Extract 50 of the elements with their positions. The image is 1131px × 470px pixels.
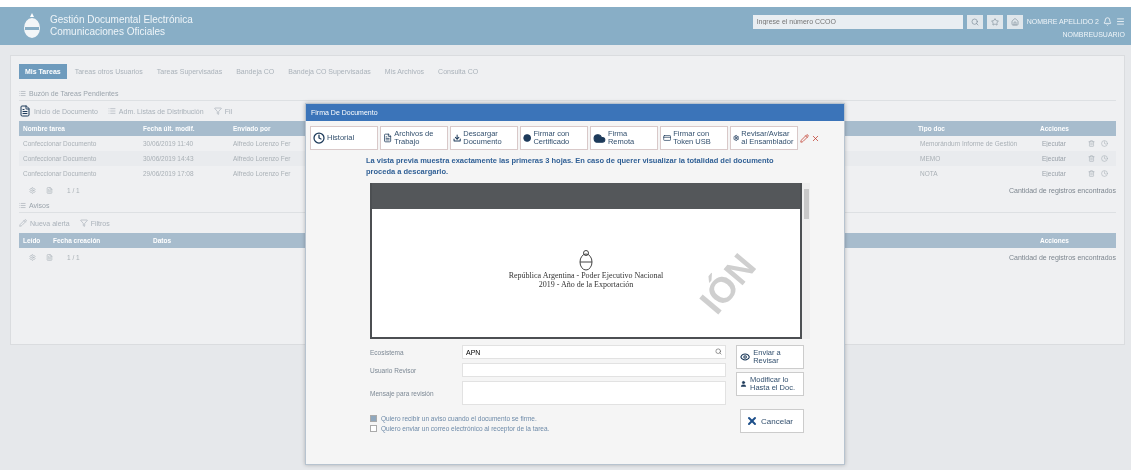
scrollbar[interactable] [802,183,810,339]
star-button[interactable] [986,14,1003,29]
list-icon [107,107,116,115]
menu-icon[interactable] [1116,17,1125,26]
search-icon[interactable] [715,348,722,355]
file-icon [19,105,31,117]
close-icon [746,415,758,427]
gear-icon [733,132,740,144]
bell-icon[interactable] [1103,17,1112,26]
shield-logo-icon [22,12,42,40]
download-icon [453,132,462,144]
clock-icon[interactable] [1101,170,1108,177]
document-text: 2019 - Año de la Exportación [538,280,634,289]
circle-icon [523,132,532,144]
trash-icon[interactable] [1088,155,1095,162]
file-icon[interactable] [46,253,53,261]
filter-icon [213,107,222,115]
cloud-icon [593,131,606,145]
filter-icon [79,219,88,227]
star-icon [990,17,999,26]
list-icon [19,202,26,209]
settings-icon[interactable] [29,186,36,194]
home-button[interactable] [1006,14,1023,29]
trash-icon[interactable] [1088,170,1095,177]
search-icon [970,17,979,26]
close-icon[interactable] [811,133,820,143]
list-icon [19,90,26,97]
pencil-icon [19,219,27,227]
document-text: República Argentina - Poder Ejecutivo Nacional [508,271,664,280]
search-button[interactable] [966,14,983,29]
user-icon [740,378,747,390]
file-icon[interactable] [46,186,53,194]
home-icon [1010,17,1019,26]
clock-icon[interactable] [1101,155,1108,162]
cancel-button[interactable]: Cancelar [740,409,804,433]
clock-icon [313,132,325,144]
input-field[interactable] [462,363,726,377]
settings-icon[interactable] [29,253,36,261]
eye-icon [740,351,751,363]
app-title: Gestión Documental Electrónica [50,14,193,26]
coat-of-arms-icon [578,249,594,271]
checkbox[interactable] [370,415,377,422]
pencil-icon[interactable] [800,133,809,143]
app-subtitle: Comunicaciones Oficiales [50,26,167,38]
file-icon [383,132,393,144]
input-field[interactable] [462,381,726,405]
checkbox[interactable] [370,425,377,432]
trash-icon[interactable] [1088,140,1095,147]
clock-icon[interactable] [1101,140,1108,147]
card-icon [663,132,672,144]
